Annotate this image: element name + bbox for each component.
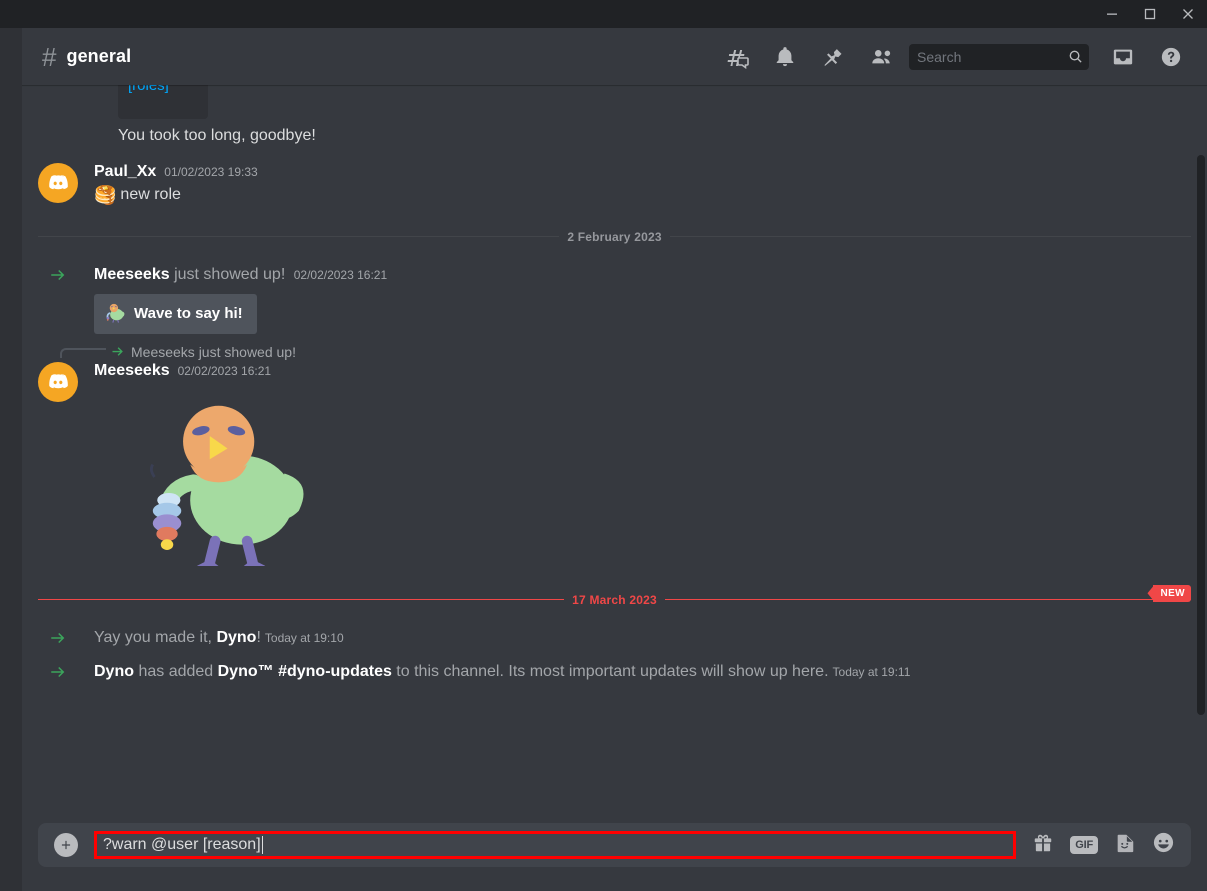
divider-line-left [38,599,565,601]
dyno-mid2: to this channel. Its most important upda… [391,662,829,680]
pancake-emoji: 🥞 [94,185,117,205]
green-bird-sticker[interactable] [134,388,1191,576]
system-message-timestamp: Today at 19:11 [832,664,911,679]
text-cursor [261,836,263,854]
window-close-button[interactable] [1169,0,1207,28]
gif-icon[interactable]: GIF [1070,836,1098,854]
avatar[interactable] [38,361,78,402]
help-icon[interactable] [1147,37,1195,77]
yay-prefix: Yay you made it, [94,628,217,646]
system-message-timestamp: 02/02/2023 16:21 [293,267,388,282]
message-scrollbar[interactable] [1197,155,1205,715]
dyno-adder-name[interactable]: Dyno [94,663,134,680]
date-divider-march-new: 17 March 2023 NEW [38,584,1191,607]
app-shell: # general Search [roles] You took too lo… [0,28,1207,891]
reply-spine [60,347,106,358]
message-content: 🥞 new role [94,183,1191,208]
channel-sidebar-edge [0,28,22,891]
message-body: Paul_Xx 01/02/2023 19:33 🥞 new role [94,163,1191,208]
divider-label: 2 February 2023 [567,229,662,244]
partial-embed-roles[interactable]: [roles] [118,85,208,119]
join-arrow-icon [38,627,78,647]
wave-button-label: Wave to say hi! [134,305,243,323]
joined-user-name[interactable]: Meeseeks [94,266,170,283]
window-maximize-button[interactable] [1131,0,1169,28]
search-icon [1068,49,1083,64]
message-composer[interactable]: ?warn @user [reason] GIF [38,823,1191,867]
message-timestamp: 02/02/2023 16:21 [177,363,272,378]
system-message-dyno-added: Dyno has added Dyno™ #dyno-updates to th… [22,649,1207,683]
message-input-highlight[interactable]: ?warn @user [reason] [94,831,1017,859]
joined-suffix: just showed up! [174,265,286,283]
channel-name: general [66,46,132,66]
emoji-icon[interactable] [1152,831,1175,859]
yay-suffix: ! [256,628,261,646]
divider-line-right [669,236,1192,238]
composer-icon-group: GIF [1032,831,1175,859]
partial-embed-label: [roles] [128,85,169,94]
message-list: [roles] You took too long, goodbye! Paul… [22,85,1207,689]
message-text: new role [120,186,181,204]
search-placeholder: Search [917,48,962,65]
system-message-text: Yay you made it, Dyno! Today at 19:10 [94,627,344,649]
new-messages-badge: NEW [1153,584,1191,602]
message-header: Paul_Xx 01/02/2023 19:33 [94,163,1191,181]
dyno-channel-name[interactable]: Dyno™ #dyno-updates [218,663,392,680]
inbox-icon[interactable] [1099,37,1147,77]
system-message-yay: Yay you made it, Dyno! Today at 19:10 [22,615,1207,649]
chat-main: # general Search [roles] You took too lo… [22,28,1207,891]
sticker-icon[interactable] [1114,832,1136,859]
divider-line-right [664,599,1191,601]
message-group-meeseeks: Meeseeks 02/02/2023 16:21 [22,360,1207,576]
message-header: Meeseeks 02/02/2023 16:21 [94,362,1191,380]
system-message-body: Meeseeks just showed up! 02/02/2023 16:2… [94,264,387,334]
wave-to-say-hi-button[interactable]: Wave to say hi! [94,293,257,334]
divider-label: 17 March 2023 [572,592,657,607]
yay-bot-name[interactable]: Dyno [216,629,256,646]
notification-bell-icon[interactable] [761,37,809,77]
system-message-text: Meeseeks just showed up! 02/02/2023 16:2… [94,264,387,286]
threads-icon[interactable] [713,37,761,77]
date-divider-february: 2 February 2023 [38,229,1192,244]
message-author[interactable]: Meeseeks [94,362,170,380]
message-author[interactable]: Paul_Xx [94,163,156,181]
reply-context-text: Meeseeks just showed up! [131,343,296,360]
reply-arrow-icon [110,344,125,359]
avatar[interactable] [38,163,78,203]
message-group-paul: Paul_Xx 01/02/2023 19:33 🥞 new role [22,147,1207,208]
search-input[interactable]: Search [909,43,1089,70]
composer-zone: ?warn @user [reason] GIF [22,823,1207,891]
divider-line-left [38,236,560,238]
message-timestamp: 01/02/2023 19:33 [164,165,258,179]
join-arrow-icon [38,264,78,284]
header-icon-group: Search [713,37,1195,77]
dyno-mid1: has added [134,662,218,680]
message-input[interactable]: ?warn @user [reason] [103,836,261,854]
window-titlebar [0,0,1207,28]
member-list-icon[interactable] [857,37,905,77]
message-body: Meeseeks 02/02/2023 16:21 [94,362,1191,576]
message-goodbye: You took too long, goodbye! [118,127,316,144]
system-message-text: Dyno has added Dyno™ #dyno-updates to th… [94,661,910,683]
channel-hash-icon: # [42,41,57,72]
window-minimize-button[interactable] [1093,0,1131,28]
attach-file-icon[interactable] [54,833,78,857]
join-arrow-icon [38,661,78,681]
gift-icon[interactable] [1032,832,1054,859]
message-scroller[interactable]: [roles] You took too long, goodbye! Paul… [22,85,1207,823]
pinned-messages-icon[interactable] [809,37,857,77]
system-message-join: Meeseeks just showed up! 02/02/2023 16:2… [22,252,1207,334]
reply-context[interactable]: Meeseeks just showed up! [38,344,1191,360]
wave-bird-icon [104,301,126,327]
channel-header: # general Search [22,28,1207,85]
system-message-timestamp: Today at 19:10 [264,630,344,645]
